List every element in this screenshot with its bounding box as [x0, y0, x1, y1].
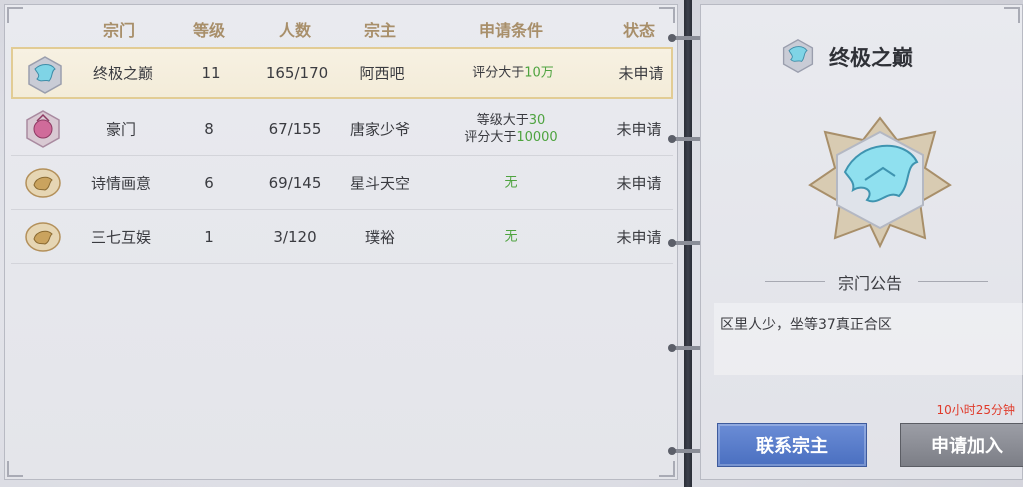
table-row[interactable]: 豪门 8 67/155 唐家少爷 等级大于30 评分大于10000 未申请	[11, 103, 673, 156]
large-dragon-emblem-icon	[808, 116, 952, 249]
sect-level: 6	[204, 174, 214, 192]
sect-status: 未申请	[618, 64, 664, 83]
sect-conditions: 评分大于10万	[472, 65, 554, 82]
header-sect: 宗门	[102, 21, 136, 40]
dragon-emblem-icon	[28, 56, 62, 94]
sect-status: 未申请	[616, 174, 662, 193]
sect-members: 69/145	[268, 174, 322, 192]
condition-value: 10000	[516, 130, 558, 145]
condition-label: 等级大于	[476, 113, 529, 128]
sect-conditions: 无	[504, 229, 518, 245]
condition-label: 评分大于	[472, 65, 525, 81]
sect-level: 11	[201, 64, 221, 82]
sect-conditions: 无	[504, 175, 518, 191]
sect-name: 终极之巅	[92, 64, 154, 83]
sect-name: 三七互娱	[90, 228, 152, 247]
panel-corner-ornament	[7, 461, 23, 477]
cooldown-timer: 10小时25分钟	[936, 403, 1015, 417]
dragon-emblem-icon	[782, 39, 814, 73]
pink-crest-emblem-icon	[26, 110, 60, 148]
sect-leader: 唐家少爷	[349, 120, 411, 139]
header-conditions: 申请条件	[478, 21, 544, 40]
notice-heading: 宗门公告	[837, 274, 903, 293]
notice-divider-right	[918, 281, 988, 282]
header-level: 等级	[192, 21, 226, 40]
sect-name: 诗情画意	[90, 174, 152, 193]
sect-status: 未申请	[616, 228, 662, 247]
table-row[interactable]: 诗情画意 6 69/145 星斗天空 无 未申请	[11, 157, 673, 210]
table-row[interactable]: 三七互娱 1 3/120 璞裕 无 未申请	[11, 211, 673, 264]
table-header: 宗门 等级 人数 宗主 申请条件 状态	[5, 5, 679, 51]
sect-list-screen: 宗门 等级 人数 宗主 申请条件 状态 终极之巅 11 165/170 阿西吧 …	[0, 0, 1023, 487]
gold-beast-emblem-icon	[25, 222, 61, 252]
condition-value: 10万	[524, 65, 554, 81]
notice-divider-left	[765, 281, 825, 282]
sect-leader: 星斗天空	[349, 174, 411, 193]
apply-join-button[interactable]: 申请加入	[900, 423, 1023, 467]
condition-label: 评分大于	[464, 130, 517, 145]
table-row[interactable]: 终极之巅 11 165/170 阿西吧 评分大于10万 未申请	[11, 47, 673, 99]
sect-leader: 璞裕	[364, 228, 396, 247]
sect-level: 1	[204, 228, 214, 246]
sect-level: 8	[204, 120, 214, 138]
sect-name: 豪门	[105, 120, 137, 139]
sect-members: 165/170	[265, 64, 329, 82]
panel-corner-ornament	[659, 461, 675, 477]
gold-beast-emblem-icon	[25, 168, 61, 198]
contact-leader-button[interactable]: 联系宗主	[717, 423, 867, 467]
sect-members: 3/120	[273, 228, 317, 246]
header-leader: 宗主	[363, 21, 397, 40]
sect-table-panel: 宗门 等级 人数 宗主 申请条件 状态 终极之巅 11 165/170 阿西吧 …	[4, 4, 678, 480]
sect-conditions: 等级大于30 评分大于10000	[464, 112, 557, 146]
sect-status: 未申请	[616, 120, 662, 139]
header-members: 人数	[278, 21, 312, 40]
header-status: 状态	[622, 21, 656, 40]
sect-members: 67/155	[268, 120, 322, 138]
detail-sect-title: 终极之巅	[829, 45, 913, 70]
panel-corner-ornament	[1004, 7, 1020, 23]
condition-value: 30	[528, 113, 546, 128]
notice-text: 区里人少，坐等37真正合区	[720, 317, 892, 333]
sect-leader: 阿西吧	[359, 64, 405, 83]
